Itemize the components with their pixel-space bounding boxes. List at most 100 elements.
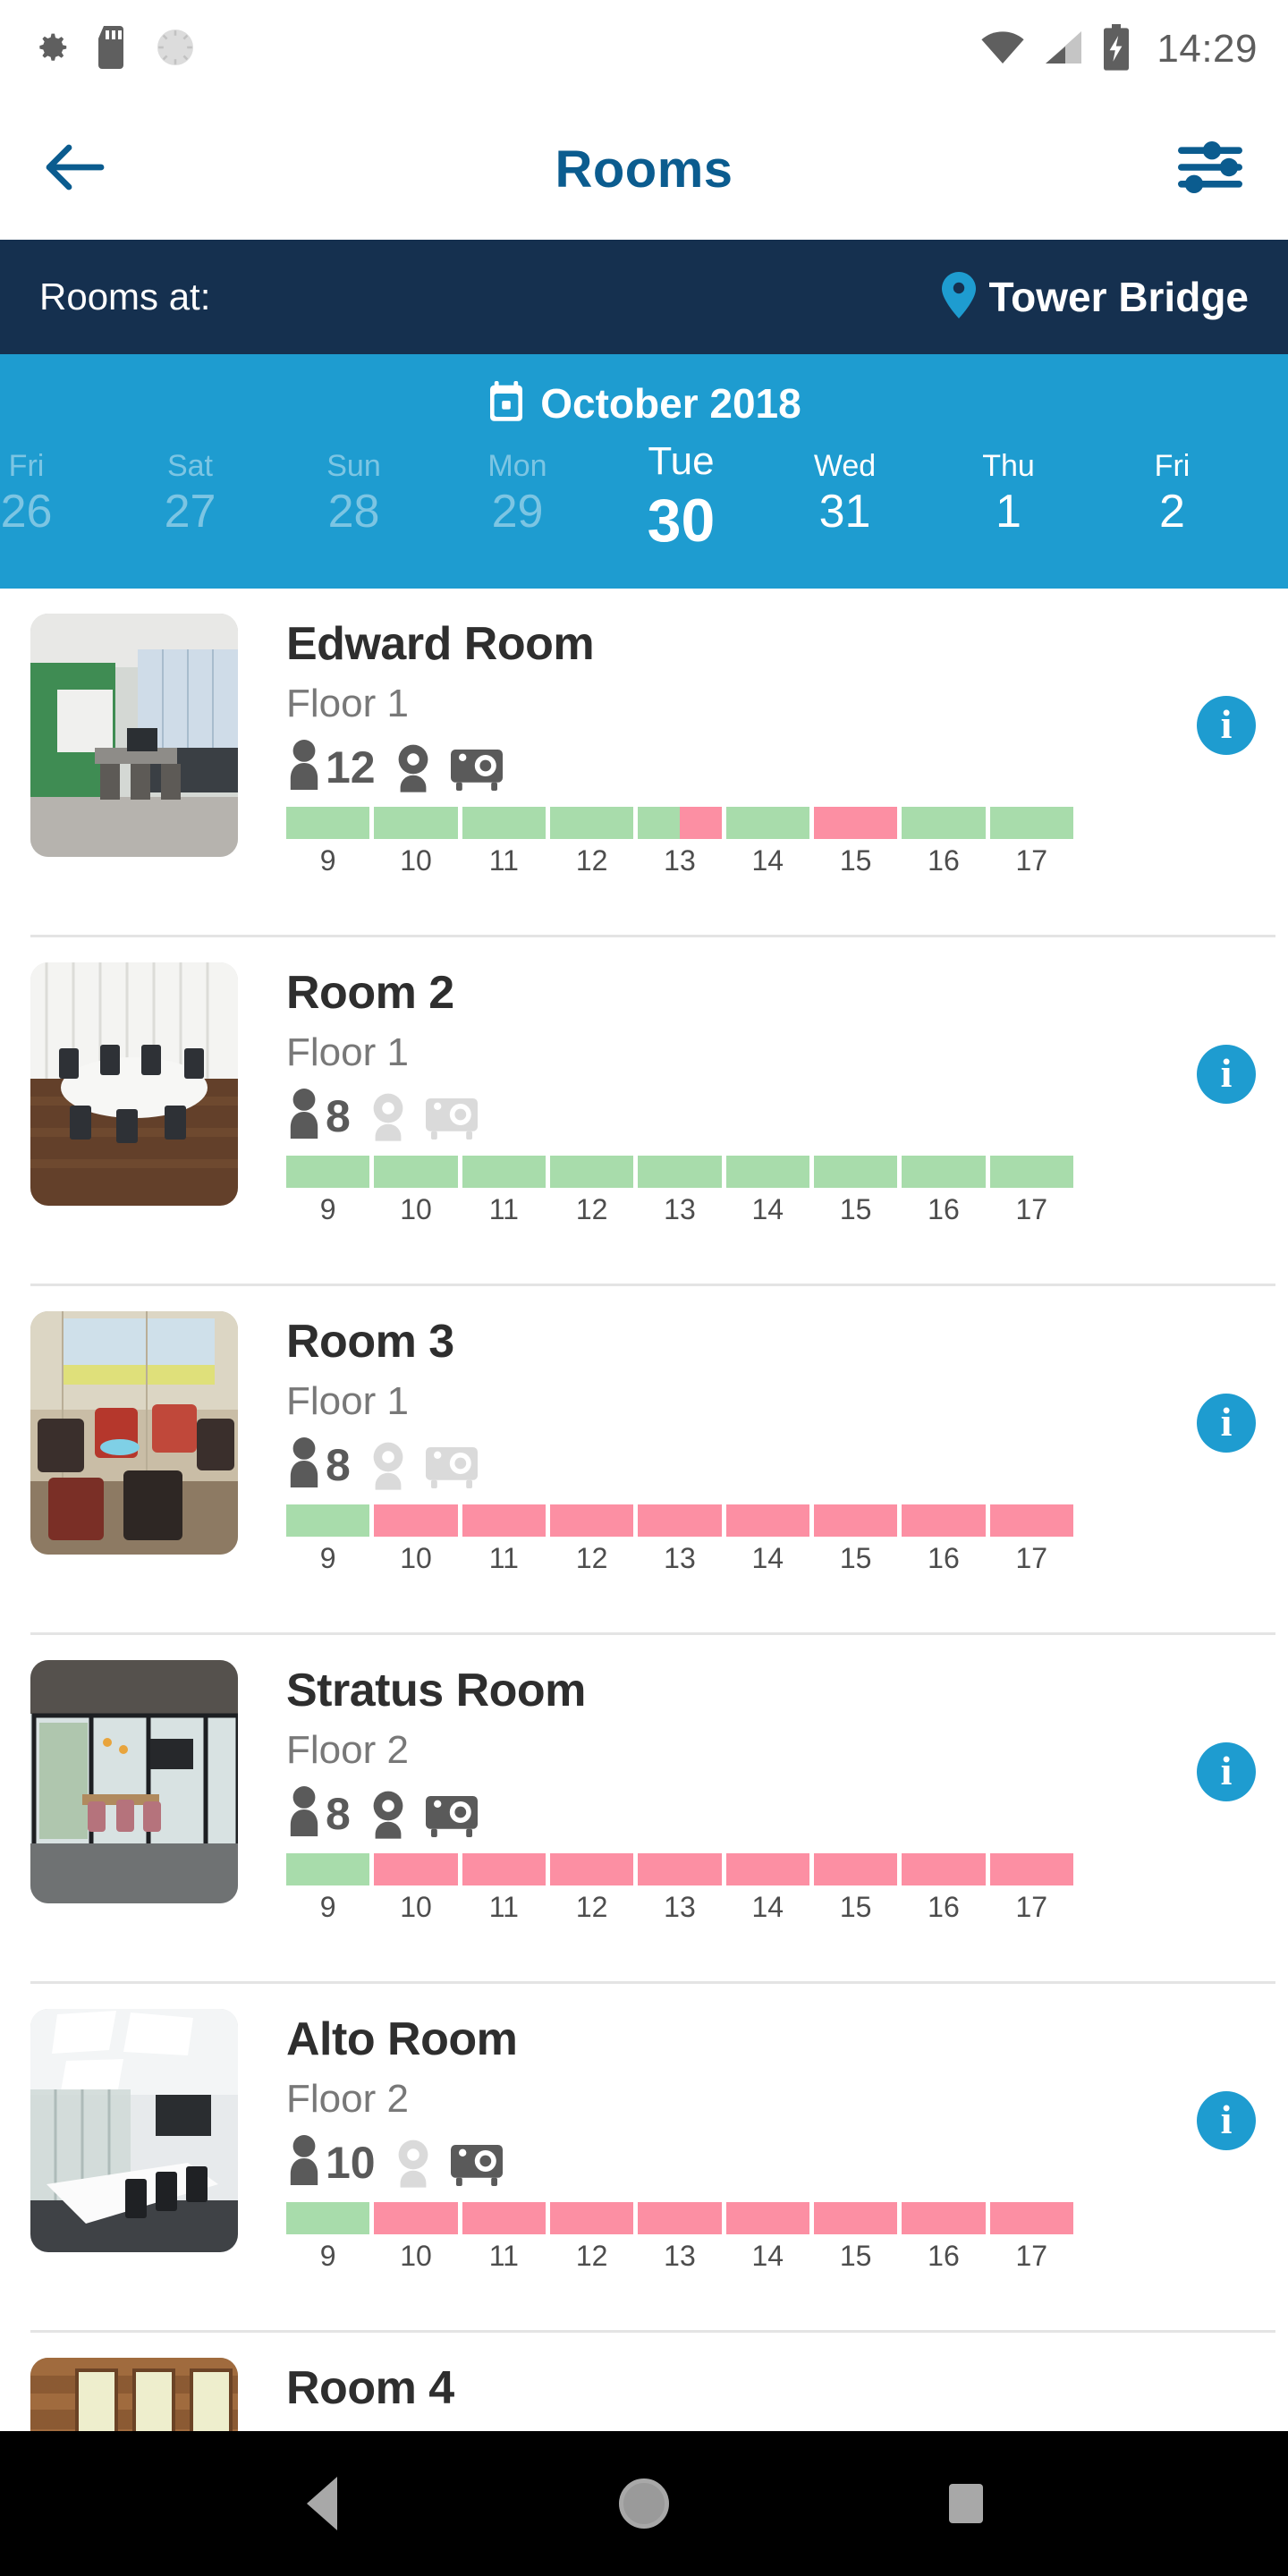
nav-recents-button[interactable] <box>912 2450 1020 2557</box>
timeline-slot-13[interactable] <box>638 806 722 839</box>
slot-fill <box>725 2201 809 2234</box>
timeline-slot-16[interactable] <box>902 1155 986 1188</box>
timeline-slot-12[interactable] <box>549 1155 634 1188</box>
room-amenities: 8 <box>286 1786 1288 1841</box>
timeline-slot-11[interactable] <box>462 1155 546 1188</box>
room-info-button[interactable]: i <box>1197 1394 1256 1453</box>
room-card[interactable]: Room 4 <box>0 2333 1288 2431</box>
room-info-button[interactable]: i <box>1197 2091 1256 2150</box>
timeline-slot-17[interactable] <box>989 2201 1073 2234</box>
day-cell-27[interactable]: Sat 27 <box>108 435 272 538</box>
hour-label: 17 <box>1015 843 1048 877</box>
timeline-slot-14[interactable] <box>725 806 809 839</box>
timeline-slot-10[interactable] <box>374 2201 458 2234</box>
timeline-slot-17[interactable] <box>989 806 1073 839</box>
timeline-slots[interactable] <box>286 806 1073 839</box>
availability-timeline[interactable]: 9 10 11 12 13 14 15 16 17 <box>286 2201 1073 2273</box>
room-card[interactable]: Alto Room Floor 2 10 9 10 11 12 13 14 15 16 17 i <box>0 1984 1288 2333</box>
date-strip: October 2018 Fri 26 Sat 27 Sun 28 Mon 29 Tue 30 We… <box>0 354 1288 589</box>
timeline-slots[interactable] <box>286 1852 1073 1885</box>
filter-button[interactable] <box>1170 129 1250 209</box>
timeline-slot-9[interactable] <box>286 2201 370 2234</box>
timeline-slot-10[interactable] <box>374 1852 458 1885</box>
timeline-slot-12[interactable] <box>549 806 634 839</box>
slot-fill <box>989 2201 1073 2234</box>
room-card[interactable]: Stratus Room Floor 2 8 9 10 11 12 13 14 15 16 17 i <box>0 1635 1288 1984</box>
day-selector[interactable]: Fri26Sat27Sun28Mon29Tue30Wed31Thu1Fri2Sa… <box>0 435 1288 587</box>
day-cell-3[interactable]: Sat3 <box>1254 435 1288 538</box>
day-cell-2[interactable]: Fri 2 <box>1090 435 1254 538</box>
month-selector[interactable]: October 2018 <box>0 372 1288 435</box>
timeline-slot-13[interactable] <box>638 1852 722 1885</box>
timeline-slot-15[interactable] <box>813 1504 898 1537</box>
timeline-slot-16[interactable] <box>902 806 986 839</box>
room-list[interactable]: Edward Room Floor 1 12 9 10 11 12 13 14 15 16 17 i Ro… <box>0 589 1288 2431</box>
timeline-slot-10[interactable] <box>374 806 458 839</box>
timeline-slots[interactable] <box>286 1504 1073 1537</box>
info-icon: i <box>1220 2097 1233 2142</box>
day-cell-26[interactable]: Fri 26 <box>0 435 108 538</box>
room-card[interactable]: Room 2 Floor 1 8 9 10 11 12 13 14 15 16 17 i <box>0 937 1288 1286</box>
timeline-slot-10[interactable] <box>374 1504 458 1537</box>
timeline-slot-12[interactable] <box>549 2201 634 2234</box>
slot-fill <box>813 1504 898 1537</box>
hour-label: 16 <box>928 1541 960 1574</box>
timeline-slot-9[interactable] <box>286 1852 370 1885</box>
timeline-slot-9[interactable] <box>286 1155 370 1188</box>
day-cell-29[interactable]: Mon 29 <box>436 435 599 538</box>
timeline-slot-17[interactable] <box>989 1504 1073 1537</box>
timeline-slot-14[interactable] <box>725 1504 809 1537</box>
timeline-slot-11[interactable] <box>462 1852 546 1885</box>
day-cell-1[interactable]: Thu 1 <box>927 435 1090 538</box>
projector-icon <box>450 744 503 791</box>
timeline-slot-10[interactable] <box>374 1155 458 1188</box>
slot-fill <box>989 1504 1073 1537</box>
timeline-slot-11[interactable] <box>462 1504 546 1537</box>
day-cell-28[interactable]: Sun 28 <box>272 435 436 538</box>
day-cell-31[interactable]: Wed 31 <box>763 435 927 538</box>
availability-timeline[interactable]: 9 10 11 12 13 14 15 16 17 <box>286 1155 1073 1226</box>
timeline-slot-13[interactable] <box>638 1504 722 1537</box>
timeline-slot-9[interactable] <box>286 1504 370 1537</box>
availability-timeline[interactable]: 9 10 11 12 13 14 15 16 17 <box>286 1852 1073 1924</box>
availability-timeline[interactable]: 9 10 11 12 13 14 15 16 17 <box>286 806 1073 877</box>
availability-timeline[interactable]: 9 10 11 12 13 14 15 16 17 <box>286 1504 1073 1575</box>
location-bar[interactable]: Rooms at: Tower Bridge <box>0 240 1288 354</box>
timeline-slot-12[interactable] <box>549 1852 634 1885</box>
timeline-slot-16[interactable] <box>902 1504 986 1537</box>
slot-fill <box>638 1504 722 1537</box>
timeline-slot-11[interactable] <box>462 2201 546 2234</box>
nav-home-button[interactable] <box>590 2450 698 2557</box>
room-info-button[interactable]: i <box>1197 1045 1256 1104</box>
timeline-slot-15[interactable] <box>813 2201 898 2234</box>
timeline-slot-11[interactable] <box>462 806 546 839</box>
room-card[interactable]: Room 3 Floor 1 8 9 10 11 12 13 14 15 16 17 i <box>0 1286 1288 1635</box>
room-info-button[interactable]: i <box>1197 696 1256 755</box>
hour-label: 17 <box>1015 1890 1048 1923</box>
room-info-button[interactable]: i <box>1197 1742 1256 1801</box>
timeline-slots[interactable] <box>286 2201 1073 2234</box>
room-name: Room 4 <box>286 2362 454 2414</box>
timeline-slot-15[interactable] <box>813 806 898 839</box>
timeline-slot-17[interactable] <box>989 1852 1073 1885</box>
hour-label: 13 <box>664 843 696 877</box>
timeline-slot-13[interactable] <box>638 2201 722 2234</box>
timeline-slot-14[interactable] <box>725 1155 809 1188</box>
timeline-slot-14[interactable] <box>725 1852 809 1885</box>
timeline-slot-15[interactable] <box>813 1155 898 1188</box>
timeline-slots[interactable] <box>286 1155 1073 1188</box>
nav-back-button[interactable] <box>268 2450 376 2557</box>
timeline-slot-12[interactable] <box>549 1504 634 1537</box>
timeline-slot-16[interactable] <box>902 2201 986 2234</box>
back-button[interactable] <box>38 131 113 207</box>
location-value-group[interactable]: Tower Bridge <box>942 271 1249 323</box>
day-cell-30[interactable]: Tue 30 <box>599 435 763 555</box>
timeline-slot-13[interactable] <box>638 1155 722 1188</box>
timeline-slot-14[interactable] <box>725 2201 809 2234</box>
room-card[interactable]: Edward Room Floor 1 12 9 10 11 12 13 14 15 16 17 i <box>0 589 1288 937</box>
timeline-slot-17[interactable] <box>989 1155 1073 1188</box>
timeline-slot-9[interactable] <box>286 806 370 839</box>
timeline-slot-15[interactable] <box>813 1852 898 1885</box>
wifi-icon <box>979 28 1026 72</box>
timeline-slot-16[interactable] <box>902 1852 986 1885</box>
